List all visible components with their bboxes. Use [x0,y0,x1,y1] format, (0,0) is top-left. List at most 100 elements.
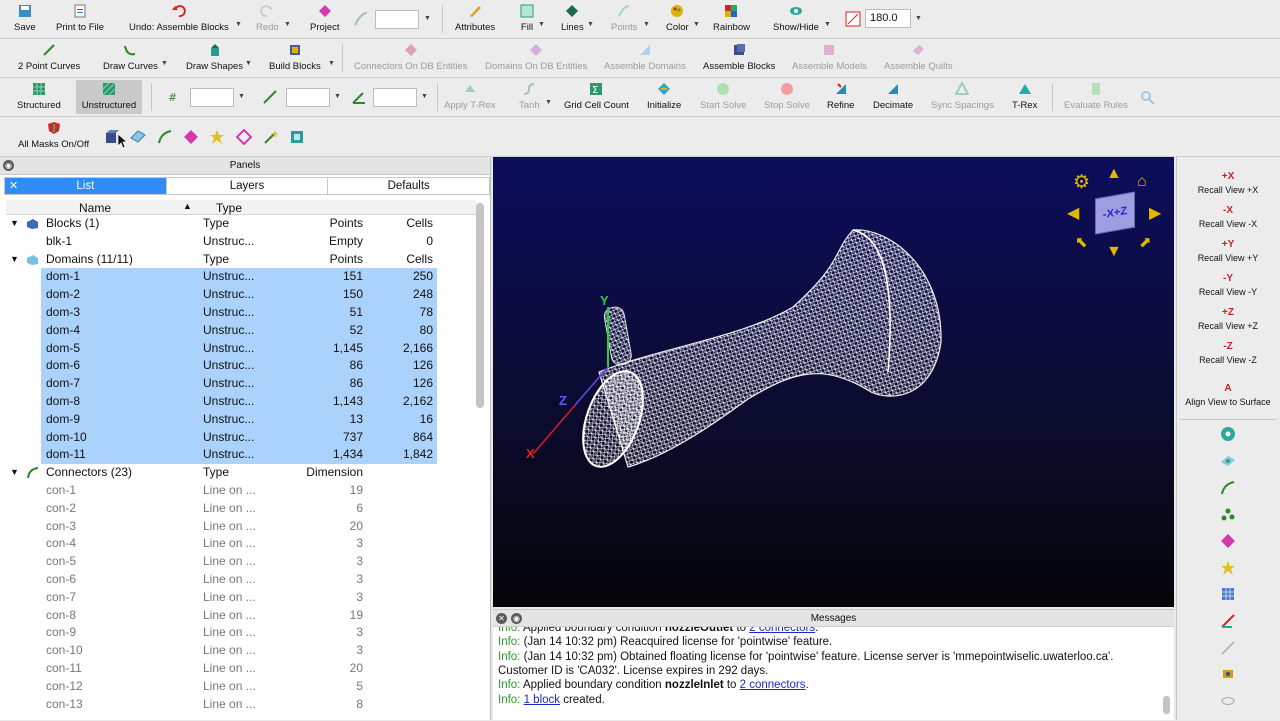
draw-shapes-button[interactable]: Draw Shapes [186,42,243,72]
column-name[interactable]: Name [79,201,111,215]
two-point-curves-button[interactable]: 2 Point Curves [18,42,80,72]
recall-view-button[interactable]: +Z Recall View +Z [1177,307,1279,331]
messages-scrollbar[interactable] [1163,696,1170,714]
recall-view-button[interactable]: A Align View to Surface [1177,383,1279,407]
panels-close-icon[interactable]: ◉ [3,160,14,171]
print-to-file-button[interactable]: Print to File [56,3,104,33]
tab-list[interactable]: ✕ List [5,178,167,194]
spacing-field[interactable] [375,10,419,29]
show-grid-eye-icon[interactable] [1220,426,1236,442]
draw-curves-button[interactable]: Draw Curves [103,42,158,72]
settings-gear-icon[interactable]: ⚙ [1073,171,1090,194]
connectors-on-db-button[interactable]: Connectors On DB Entities [354,42,468,72]
domain-row[interactable]: dom-7 Unstruc... 86 126 [41,375,437,393]
sort-ascending-icon[interactable]: ▲ [183,201,192,211]
rotate-up-arrow-icon[interactable]: ▲ [1106,165,1122,183]
tanh-dropdown-arrow[interactable]: ▼ [545,99,552,106]
angle-field[interactable] [373,88,417,107]
project-button[interactable]: Project [310,3,340,33]
unstructured-button[interactable]: Unstructured [76,80,142,114]
undo-dropdown-arrow[interactable]: ▼ [235,21,242,28]
connector-row[interactable]: con-11 Line on ... 20 [6,660,437,678]
list-scrollbar[interactable] [476,203,484,408]
show-spacing-eye-icon[interactable] [1220,613,1236,629]
connector-row[interactable]: con-13 Line on ... 8 [6,696,437,714]
domain-row[interactable]: dom-3 Unstruc... 51 78 [41,304,437,322]
sync-spacings-button[interactable]: Sync Spacings [931,81,994,111]
show-blocks-eye-icon[interactable] [1220,586,1236,602]
spacing-value-dropdown-arrow[interactable]: ▼ [334,93,341,100]
group-row[interactable]: ▼ Domains (11/11) Type Points Cells [6,251,437,269]
domains-on-db-button[interactable]: Domains On DB Entities [485,42,587,72]
spacing-dropdown-arrow[interactable]: ▼ [424,15,431,22]
connector-row[interactable]: con-12 Line on ... 5 [6,678,437,696]
build-blocks-dropdown-arrow[interactable]: ▼ [328,60,335,67]
database-mask-icon[interactable] [183,129,199,148]
connector-row[interactable]: con-1 Line on ... 19 [6,482,437,500]
redo-dropdown-arrow[interactable]: ▼ [284,21,291,28]
grid-cell-count-button[interactable]: Σ Grid Cell Count [564,81,629,111]
apply-trex-button[interactable]: Apply T-Rex [444,81,496,111]
save-button[interactable]: Save [14,3,36,33]
trex-button[interactable]: T-Rex [1012,81,1037,111]
fill-dropdown-arrow[interactable]: ▼ [538,21,545,28]
structured-button[interactable]: Structured [17,81,61,111]
domain-row[interactable]: dom-2 Unstruc... 150 248 [41,286,437,304]
recall-view-button[interactable]: +X Recall View +X [1177,171,1279,195]
show-hidden-eye-icon[interactable] [1220,693,1236,709]
show-examine-eye-icon[interactable] [1220,640,1236,656]
evaluate-rules-button[interactable]: Evaluate Rules [1064,81,1128,111]
entity-link[interactable]: 2 connectors [749,627,815,634]
group-row[interactable]: ▼ Blocks (1) Type Points Cells [6,215,437,233]
spacing-value-field[interactable] [286,88,330,107]
rotation-angle-dropdown-arrow[interactable]: ▼ [915,15,922,22]
show-points-eye-icon[interactable] [1220,506,1236,522]
undo-button[interactable]: Undo: Assemble Blocks [129,3,229,33]
point-mask-icon[interactable] [263,129,279,148]
redo-button[interactable]: Redo [256,3,279,33]
graphics-viewport[interactable]: Y Z X ⚙ ⌂ ▲ ▼ ◀ ▶ ⬉ ⬈ -X+Z [493,157,1174,607]
spin-left-arrow-icon[interactable]: ⬉ [1075,233,1088,251]
group-row[interactable]: ▼ Connectors (23) Type Dimension [6,464,437,482]
show-hide-button[interactable]: Show/Hide [773,3,819,33]
domain-mask-icon[interactable] [130,129,146,148]
domain-row[interactable]: dom-11 Unstruc... 1,434 1,842 [41,446,437,465]
all-masks-button[interactable]: All Masks On/Off [18,120,89,150]
connector-row[interactable]: con-7 Line on ... 3 [6,589,437,607]
connector-row[interactable]: con-5 Line on ... 3 [6,553,437,571]
connector-row[interactable]: con-6 Line on ... 3 [6,571,437,589]
show-domains-eye-icon[interactable] [1220,453,1236,469]
dimension-dropdown-arrow[interactable]: ▼ [238,93,245,100]
rotation-angle-field[interactable]: 180.0 [865,9,911,28]
domain-row[interactable]: dom-10 Unstruc... 737 864 [41,428,437,447]
source-mask-icon[interactable] [209,129,225,148]
domain-row[interactable]: dom-8 Unstruc... 1,143 2,162 [41,393,437,411]
domain-row[interactable]: dom-6 Unstruc... 86 126 [41,357,437,376]
recall-view-button[interactable]: -X Recall View -X [1177,205,1279,229]
build-blocks-button[interactable]: Build Blocks [269,42,321,72]
refine-button[interactable]: Refine [827,81,854,111]
color-dropdown-arrow[interactable]: ▼ [693,21,700,28]
messages-close-icon[interactable]: ✕ [496,613,507,624]
show-sources-eye-icon[interactable] [1220,560,1236,576]
dimension-field[interactable] [190,88,234,107]
rotate-right-arrow-icon[interactable]: ▶ [1149,203,1161,223]
connector-row[interactable]: con-9 Line on ... 3 [6,624,437,642]
recall-view-button[interactable]: -Y Recall View -Y [1177,273,1279,297]
recall-view-button[interactable]: -Z Recall View -Z [1177,341,1279,365]
domain-row[interactable]: dom-9 Unstruc... 13 16 [41,410,437,429]
domain-row[interactable]: dom-1 Unstruc... 151 250 [41,268,437,287]
connector-row[interactable]: con-8 Line on ... 19 [6,607,437,625]
block-row[interactable]: blk-1 Unstruc... Empty 0 [6,233,437,251]
spin-right-arrow-icon[interactable]: ⬈ [1139,233,1152,251]
quilt-mask-icon[interactable] [235,128,253,148]
assemble-blocks-button[interactable]: Assemble Blocks [703,42,775,72]
show-connectors-eye-icon[interactable] [1220,480,1236,496]
column-type[interactable]: Type [216,201,242,215]
domain-row[interactable]: dom-5 Unstruc... 1,145 2,166 [41,339,437,358]
show-database-eye-icon[interactable] [1220,533,1236,549]
domain-row[interactable]: dom-4 Unstruc... 52 80 [41,321,437,340]
assemble-domains-button[interactable]: Assemble Domains [604,42,686,72]
connector-row[interactable]: con-4 Line on ... 3 [6,535,437,553]
rainbow-button[interactable]: Rainbow [713,3,750,33]
